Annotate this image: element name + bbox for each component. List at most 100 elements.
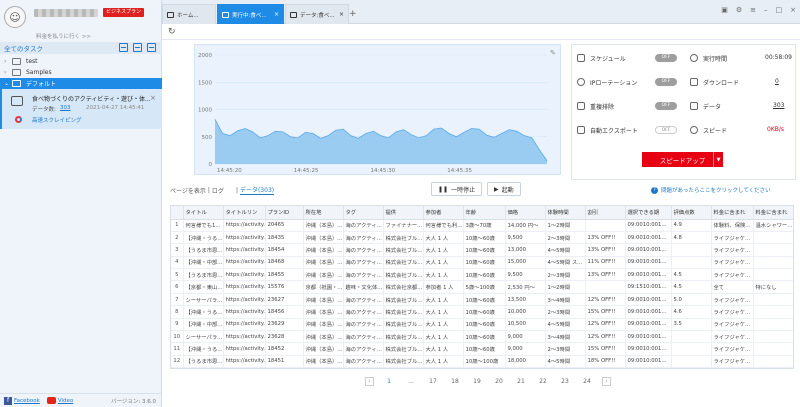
dedupe-toggle[interactable]: OFF <box>655 102 677 110</box>
folder-icon <box>12 69 21 76</box>
column-header[interactable]: 年齢 <box>463 206 506 220</box>
table-cell: 09:0010:001... <box>625 256 672 270</box>
column-header[interactable]: 提供 <box>383 206 424 220</box>
tab-show-page[interactable]: ページを表示 <box>170 186 206 195</box>
column-header[interactable]: 価格 <box>505 206 546 220</box>
column-header[interactable]: 料金に含まれ <box>711 206 754 220</box>
page-number[interactable]: 20 <box>488 378 510 385</box>
column-header[interactable]: プランID <box>265 206 304 220</box>
table-cell: 18454 <box>265 243 304 257</box>
table-row[interactable]: 13【うるま市恩...https://activity...18450沖縄（本島… <box>171 367 793 368</box>
column-header[interactable]: タイトルリン <box>223 206 266 220</box>
pause-button[interactable]: ❚❚ 一時停止 <box>431 182 483 196</box>
folder-samples[interactable]: › Samples <box>0 67 162 78</box>
table-row[interactable]: 5 【うるま市恩... https://activity... 18455 沖縄（本島）… <box>171 268 793 282</box>
prev-page-icon[interactable]: ‹ <box>365 377 374 386</box>
tab-home[interactable]: ホーム... <box>162 4 216 24</box>
tab-log[interactable]: ログ <box>212 186 224 195</box>
upgrade-link[interactable]: 料金を払うに行く >> <box>36 32 91 40</box>
next-page-icon[interactable]: › <box>602 377 611 386</box>
page-number[interactable]: 19 <box>466 378 488 385</box>
table-cell: 2,530 円～ <box>505 280 546 294</box>
table-row[interactable]: 3 【うるま市恩... https://activity... 18454 沖縄（本島）… <box>171 243 793 257</box>
table-cell: 大人 1 人 <box>423 305 464 319</box>
speed-up-button[interactable]: スピードアップ ▼ <box>642 152 723 167</box>
column-header[interactable]: 割引 <box>585 206 626 220</box>
help-link[interactable]: ? 問題があったらここをクリックしてください <box>651 186 771 194</box>
column-header[interactable]: タグ <box>343 206 384 220</box>
table-cell: 09:0010:001... <box>625 342 672 356</box>
table-row[interactable]: 6 【京都・東山... https://activity... 15576 京都（祇園・… <box>171 280 793 294</box>
tab-data-count[interactable]: データ(303) <box>239 185 275 195</box>
table-cell: 【沖縄・うる... <box>183 305 224 319</box>
tab-data[interactable]: データ:食べ... × <box>285 4 349 24</box>
minimize-icon[interactable]: – <box>764 6 768 14</box>
task-data-count[interactable]: 303 <box>60 105 71 111</box>
maximize-icon[interactable]: □ <box>776 6 783 14</box>
column-header[interactable]: 選択できる期 <box>625 206 672 220</box>
menu-icon[interactable]: ≡ <box>750 6 756 14</box>
tab-running[interactable]: 実行中:食べ... × <box>217 4 284 24</box>
close-icon[interactable]: × <box>150 94 156 102</box>
facebook-link[interactable]: Facebook <box>14 398 40 404</box>
table-row[interactable]: 7 シーサーパラ... https://activity... 23627 沖縄（本島）… <box>171 293 793 307</box>
table-cell <box>585 280 626 294</box>
table-row[interactable]: 11 【沖縄・うる... https://activity... 18452 沖縄（本島… <box>171 342 793 356</box>
page-number[interactable]: 18 <box>444 378 466 385</box>
data-table-container[interactable]: タイトル タイトルリン プランID 所在地 タグ 提供 参加者 年齢 価格 体験時間 割引 選択できる… <box>170 205 794 369</box>
download-value[interactable]: 0 <box>775 78 779 85</box>
table-row[interactable]: 8 【沖縄・うる... https://activity... 18456 沖縄（本島）… <box>171 305 793 319</box>
column-header[interactable]: 参加者 <box>423 206 464 220</box>
page-number[interactable]: 1 <box>378 378 400 385</box>
table-cell: 11% OFF!! <box>585 256 626 270</box>
folder-default[interactable]: ⌄ デフォルト <box>0 78 162 89</box>
data-value[interactable]: 303 <box>773 102 784 109</box>
table-row[interactable]: 12 【うるま市恩... https://activity... 18451 沖縄（本島… <box>171 355 793 368</box>
column-header[interactable] <box>171 206 184 220</box>
table-row[interactable]: 4 【沖縄・中部... https://activity... 18468 沖縄（本島）… <box>171 256 793 270</box>
start-button[interactable]: ▶ 起動 <box>487 182 521 196</box>
new-task-icon[interactable] <box>147 43 156 52</box>
schedule-toggle[interactable]: OFF <box>655 54 677 62</box>
import-icon[interactable] <box>119 43 128 52</box>
table-cell: ライフジャケ... <box>711 355 754 368</box>
ip-rotation-toggle[interactable]: OFF <box>655 78 677 86</box>
auto-export-toggle[interactable]: OFF <box>655 126 677 134</box>
gift-icon[interactable]: ▣ <box>721 6 728 14</box>
home-icon <box>167 11 174 18</box>
page-number[interactable]: 24 <box>576 378 598 385</box>
column-header[interactable]: タイトル <box>183 206 224 220</box>
fast-scrape-link[interactable]: 高速スクレイピング <box>32 116 82 124</box>
close-window-icon[interactable]: × <box>790 6 796 14</box>
data-table: タイトル タイトルリン プランID 所在地 タグ 提供 参加者 年齢 価格 体験時間 割引 選択できる… <box>171 206 793 368</box>
column-header[interactable]: 評価点数 <box>671 206 712 220</box>
folder-test[interactable]: › test <box>0 56 162 67</box>
table-cell <box>671 367 712 368</box>
table-row[interactable]: 9 【沖縄・中部... https://activity... 23629 沖縄（本島）… <box>171 318 793 332</box>
page-number[interactable]: 17 <box>422 378 444 385</box>
new-tab-icon[interactable]: + <box>349 9 357 19</box>
page-number[interactable]: 21 <box>510 378 532 385</box>
table-row[interactable]: 2 【沖縄・うる... https://activity... 18435 沖縄（本島）… <box>171 231 793 245</box>
table-cell: 何言様でも利... <box>423 219 464 232</box>
task-card[interactable]: 食べ物づくりのアクティビティ・遊び・体... × データ数: 303 2021-… <box>0 89 162 129</box>
video-link[interactable]: Video <box>58 398 73 404</box>
all-tasks-label[interactable]: 全てのタスク <box>4 43 43 53</box>
refresh-icon[interactable]: ↻ <box>168 27 176 37</box>
new-folder-icon[interactable] <box>133 43 142 52</box>
table-cell: 10歳～60歳 <box>463 367 506 368</box>
settings-icon[interactable]: ⚙ <box>736 6 742 14</box>
table-cell: 大人 1 人 <box>423 256 464 270</box>
edit-chart-icon[interactable]: ✎ <box>550 49 556 57</box>
close-icon[interactable]: × <box>339 11 344 18</box>
table-row[interactable]: 1 何言様でも1... https://activity... 20465 沖縄（本島）… <box>171 219 793 232</box>
page-number[interactable]: 22 <box>532 378 554 385</box>
table-cell: 9,000 <box>505 342 546 356</box>
column-header[interactable]: 所在地 <box>303 206 344 220</box>
chevron-down-icon[interactable]: ▼ <box>713 152 723 167</box>
page-number[interactable]: 23 <box>554 378 576 385</box>
table-row[interactable]: 10 シーサーパラ... https://activity... 23628 沖縄（本島… <box>171 330 793 344</box>
column-header[interactable]: 体験時間 <box>545 206 586 220</box>
column-header[interactable]: 料金に含まれ <box>753 206 793 220</box>
close-icon[interactable]: × <box>274 11 279 18</box>
